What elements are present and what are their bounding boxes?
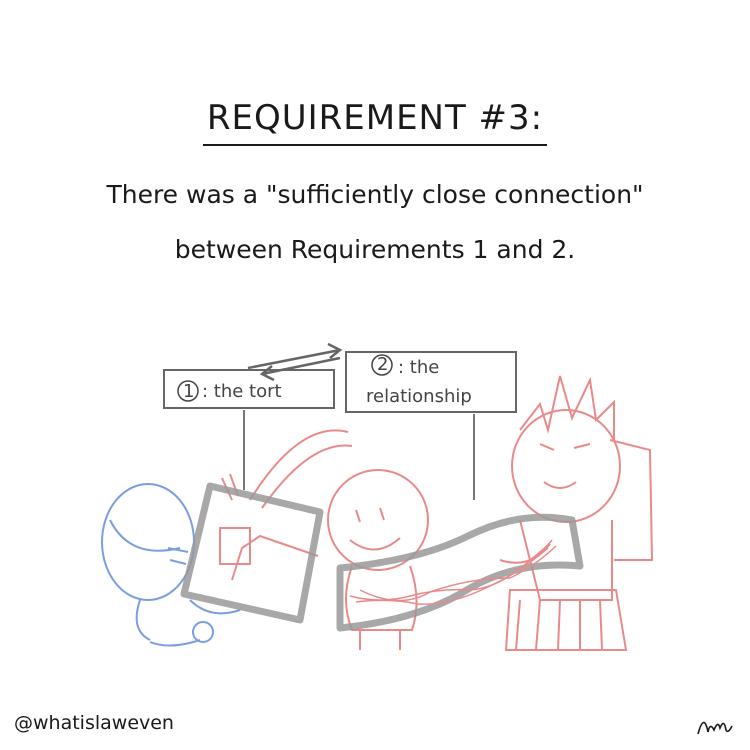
label-tort: 1 : the tort <box>163 369 335 409</box>
author-handle: @whatislaweven <box>14 712 174 734</box>
label-relationship: 2 : the relationship <box>345 351 517 413</box>
label-tort-text: : the tort <box>202 381 282 402</box>
connection-highlight <box>180 482 584 632</box>
exchange-arrows <box>247 342 343 382</box>
illustration: 1 : the tort 2 : the relationship <box>101 342 654 651</box>
label-relationship-number: 2 <box>377 354 388 375</box>
label-relationship-text2: relationship <box>366 386 472 407</box>
red-adult-figure <box>499 375 654 651</box>
label-tort-number: 1 <box>183 381 194 402</box>
label-relationship-text1: : the <box>398 357 439 378</box>
signature-icon <box>697 721 733 735</box>
